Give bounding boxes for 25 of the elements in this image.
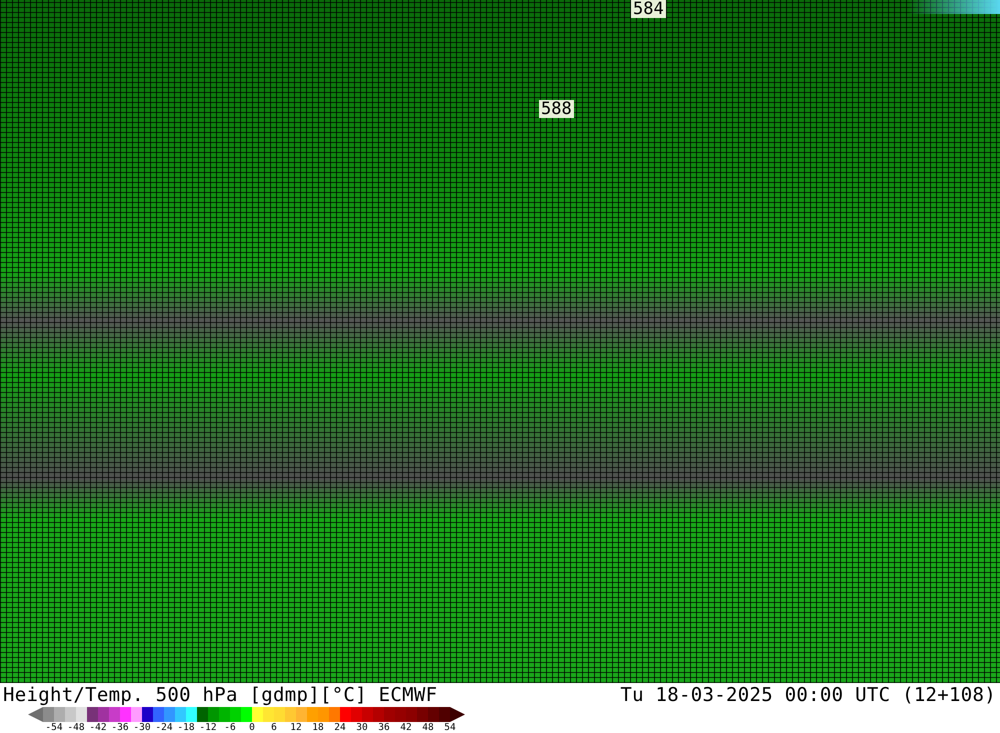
scale-tick-label: 36 [377, 722, 391, 733]
scale-tick-label: 6 [270, 722, 278, 733]
scale-tick-label: 54 [443, 722, 457, 733]
scale-tick-label: -12 [198, 722, 218, 733]
scale-tick-label: -54 [44, 722, 64, 733]
scale-tick-label: -42 [88, 722, 108, 733]
valid-time: Tu 18-03-2025 00:00 UTC (12+108) [620, 684, 996, 706]
scale-arrow-icon [28, 707, 43, 722]
scale-tick-label: 42 [399, 722, 413, 733]
scale-tick-label: 24 [333, 722, 347, 733]
scale-arrow-icon [450, 707, 465, 722]
scale-tick-label: 0 [248, 722, 256, 733]
chart-title: Height/Temp. 500 hPa [gdmp][°C] ECMWF [3, 684, 438, 706]
contour-label: 584 [631, 0, 666, 18]
scale-tick-label: -36 [110, 722, 130, 733]
scale-tick-label: 30 [355, 722, 369, 733]
contour-label: 588 [539, 100, 574, 118]
scale-tick-label: 48 [421, 722, 435, 733]
scale-tick-label: 12 [289, 722, 303, 733]
scale-tick-label: -48 [66, 722, 86, 733]
scale-tick-label: -24 [154, 722, 174, 733]
scale-tick-label: -6 [223, 722, 237, 733]
scale-tick-label: 18 [311, 722, 325, 733]
scale-tick-label: -18 [176, 722, 196, 733]
scale-tick-label: -30 [132, 722, 152, 733]
